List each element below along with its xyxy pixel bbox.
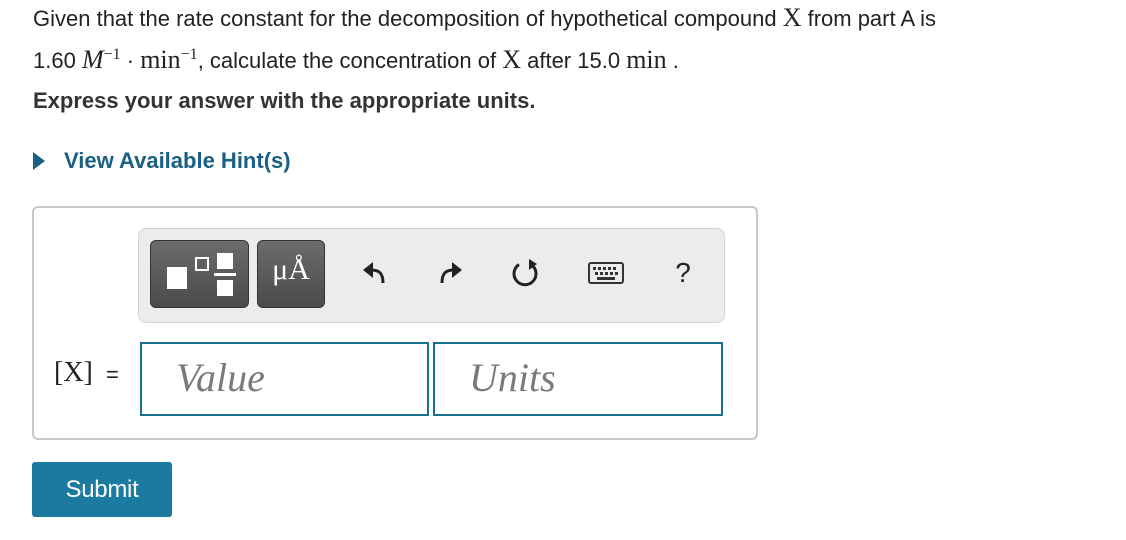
exponent: −1 bbox=[103, 46, 121, 63]
units-input[interactable]: Units bbox=[433, 342, 723, 416]
value-placeholder: Value bbox=[176, 355, 265, 400]
question-text-part: after 15.0 bbox=[521, 48, 627, 73]
question-text-part: from part A is bbox=[801, 6, 936, 31]
variable-label: [X] bbox=[54, 357, 93, 388]
help-icon: ? bbox=[675, 257, 691, 288]
templates-button[interactable] bbox=[150, 240, 249, 308]
units-button[interactable]: μÅ bbox=[257, 240, 325, 308]
equals-sign: = bbox=[106, 362, 119, 387]
reset-button[interactable] bbox=[505, 251, 545, 295]
multiply-dot: · bbox=[120, 48, 141, 73]
view-hints-label: View Available Hint(s) bbox=[64, 148, 291, 173]
question-page: Given that the rate constant for the dec… bbox=[0, 0, 1126, 540]
exponent: −1 bbox=[180, 46, 198, 63]
unit-minute: min bbox=[626, 45, 667, 74]
unit-molarity: M bbox=[81, 45, 104, 74]
units-icon: μÅ bbox=[272, 253, 310, 286]
question-text-part: , calculate the concentration of bbox=[197, 48, 503, 73]
redo-icon bbox=[440, 262, 462, 284]
submit-button[interactable]: Submit bbox=[32, 462, 172, 517]
value-input[interactable]: Value bbox=[140, 342, 429, 416]
compound-symbol: X bbox=[502, 45, 521, 74]
reset-icon bbox=[512, 259, 538, 287]
units-placeholder: Units bbox=[469, 355, 556, 400]
expand-triangle-icon bbox=[33, 152, 45, 170]
math-toolbar: μÅ ? bbox=[138, 228, 725, 323]
undo-icon bbox=[363, 262, 385, 284]
help-button[interactable]: ? bbox=[663, 251, 703, 295]
keyboard-button[interactable] bbox=[583, 251, 629, 295]
question-text-part: . bbox=[666, 48, 679, 73]
answer-instruction: Express your answer with the appropriate… bbox=[33, 88, 536, 113]
undo-button[interactable] bbox=[355, 251, 395, 295]
question-text-part: Given that the rate constant for the dec… bbox=[33, 6, 783, 31]
question-text: Given that the rate constant for the dec… bbox=[33, 0, 1118, 79]
compound-symbol: X bbox=[782, 3, 802, 32]
keyboard-icon bbox=[588, 262, 624, 284]
rate-constant-value: 1.60 bbox=[33, 48, 82, 73]
redo-button[interactable] bbox=[430, 251, 470, 295]
unit-minute: min bbox=[140, 45, 181, 74]
view-hints-toggle[interactable]: View Available Hint(s) bbox=[33, 148, 291, 174]
